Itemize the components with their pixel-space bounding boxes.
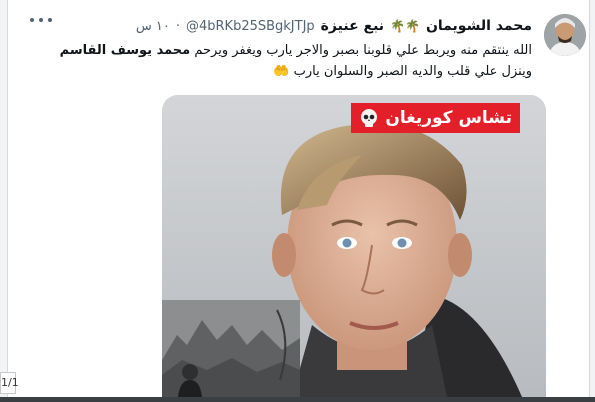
tweet-card[interactable]: محمد الشويمان 🌴🌴 نبع عنيزة @4bRKb25SBgkJ… xyxy=(12,0,590,397)
tweet-header: محمد الشويمان 🌴🌴 نبع عنيزة @4bRKb25SBgkJ… xyxy=(136,16,532,36)
avatar[interactable] xyxy=(544,14,586,56)
bottom-scrollbar[interactable] xyxy=(0,397,595,402)
inset-photo xyxy=(162,300,300,397)
display-name[interactable]: محمد الشويمان xyxy=(426,18,532,34)
tweet-text: الله ينتقم منه ويربط علي قلوبنا بصبر وال… xyxy=(32,40,532,82)
page-counter: 1/1 xyxy=(0,372,19,394)
media-caption-text: تشاس كوريغان xyxy=(385,108,512,128)
left-window-edge xyxy=(0,0,8,402)
skull-icon xyxy=(361,109,378,127)
mentioned-name: محمد يوسف القاسم xyxy=(59,43,191,58)
tweet-text-line2: وينزل علي قلب والديه الصبر والسلوان يارب xyxy=(293,64,532,79)
praying-hands-emoji-icon: 🤲 xyxy=(273,64,290,79)
user-handle[interactable]: @4bRKb25SBgkJTJp xyxy=(186,19,315,34)
media-caption-tag: تشاس كوريغان xyxy=(351,103,520,133)
timestamp[interactable]: ١٠ س xyxy=(136,19,170,34)
tweet-text-line1: الله ينتقم منه ويربط علي قلوبنا بصبر وال… xyxy=(190,43,532,58)
tweet-media-image[interactable]: تشاس كوريغان xyxy=(162,95,546,397)
palm-tree-emoji-icon: 🌴🌴 xyxy=(390,19,420,33)
location-tag: نبع عنيزة xyxy=(320,18,385,34)
ellipsis-icon[interactable] xyxy=(30,12,52,28)
separator-dot: · xyxy=(175,18,180,34)
